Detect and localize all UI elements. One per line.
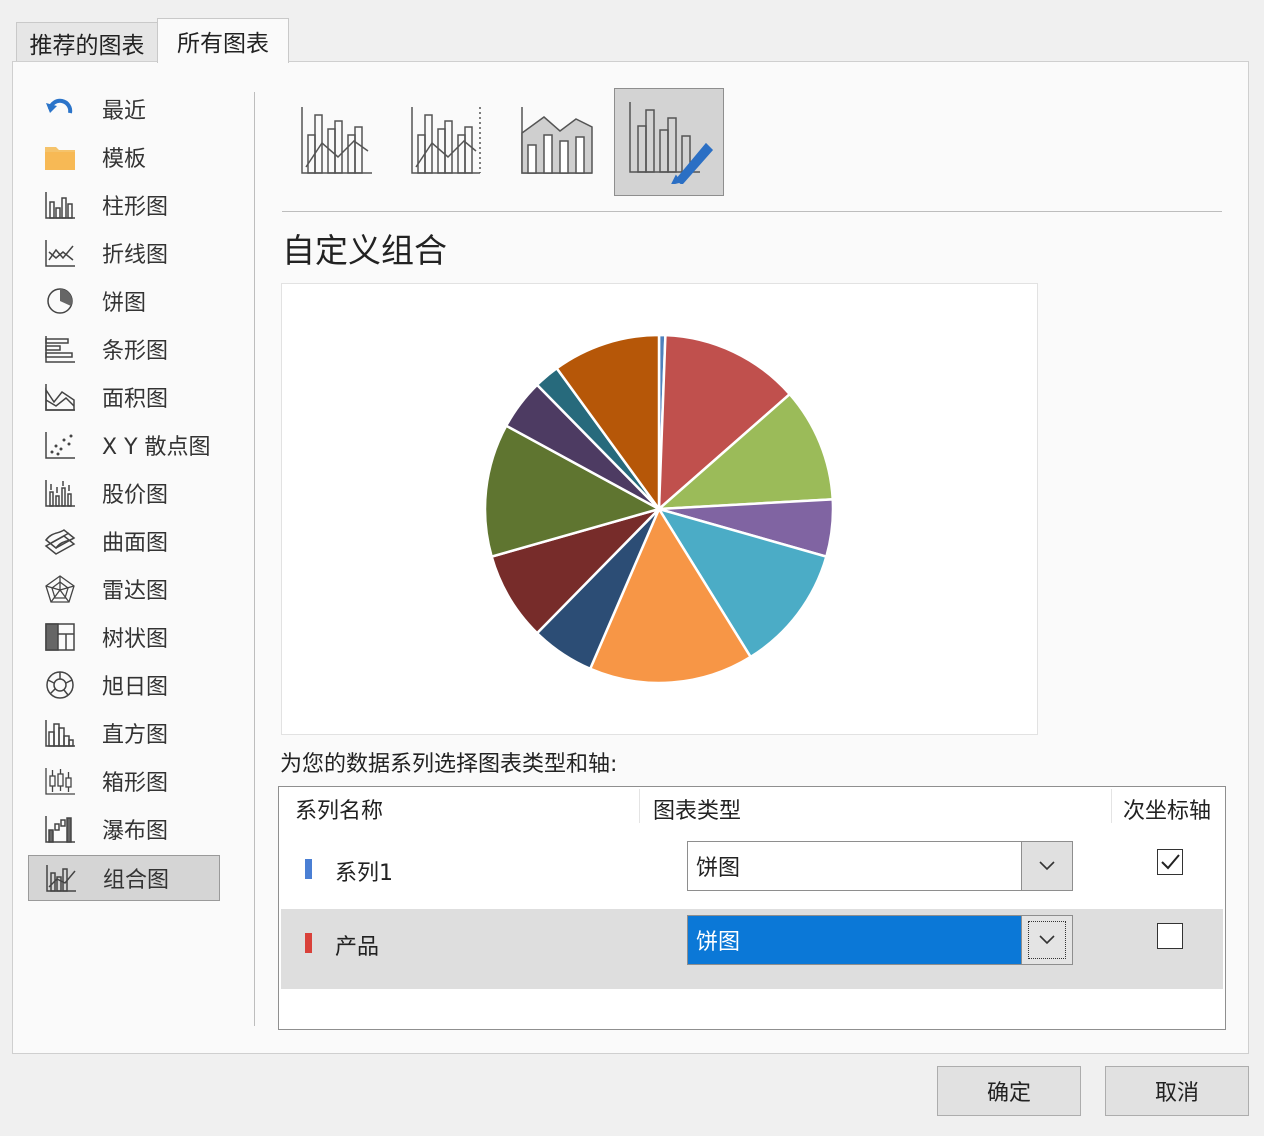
series-name: 系列1: [335, 861, 393, 886]
sidebar-item-combo[interactable]: 组合图: [28, 855, 220, 901]
sidebar-item-label: 柱形图: [102, 195, 169, 220]
waterfall-chart-icon: [42, 813, 78, 845]
chevron-down-icon: [1039, 935, 1055, 945]
column-divider: [1111, 789, 1112, 823]
pie-chart: [483, 333, 835, 685]
sidebar-item-waterfall[interactable]: 瀑布图: [28, 807, 218, 851]
radar-chart-icon: [42, 573, 78, 605]
column-divider: [639, 789, 640, 823]
dropdown-button[interactable]: [1021, 842, 1072, 890]
checkmark-icon: [1161, 854, 1180, 870]
chart-preview: [281, 283, 1038, 735]
custom-combination-icon: [629, 102, 714, 184]
table-row[interactable]: 产品 饼图: [281, 909, 1223, 989]
sidebar-item-label: 旭日图: [102, 675, 169, 700]
area-chart-icon: [42, 381, 78, 413]
sidebar-item-recent[interactable]: 最近: [28, 87, 218, 131]
tab-label: 所有图表: [177, 31, 269, 57]
sidebar-item-label: 折线图: [102, 243, 169, 268]
sidebar-item-label: X Y 散点图: [102, 435, 211, 460]
histogram-chart-icon: [42, 717, 78, 749]
sidebar-item-scatter[interactable]: X Y 散点图: [28, 423, 218, 467]
column-chart-icon: [42, 189, 78, 221]
folder-icon: [42, 141, 78, 173]
series-instruction: 为您的数据系列选择图表类型和轴:: [280, 752, 618, 777]
tab-label: 推荐的图表: [29, 33, 145, 59]
sidebar-item-box-whisker[interactable]: 箱形图: [28, 759, 218, 803]
series-color-marker: [305, 933, 312, 953]
column-header-series-name: 系列名称: [295, 799, 384, 824]
subtype-stacked-area-clustered-column[interactable]: [502, 88, 610, 194]
dropdown-value: 饼图: [696, 856, 741, 881]
sidebar-item-radar[interactable]: 雷达图: [28, 567, 218, 611]
sidebar-item-histogram[interactable]: 直方图: [28, 711, 218, 755]
sidebar-item-bar[interactable]: 条形图: [28, 327, 218, 371]
vertical-divider: [254, 92, 255, 1026]
sidebar-item-label: 直方图: [102, 723, 169, 748]
sidebar-item-label: 模板: [102, 147, 147, 172]
tab-all-charts[interactable]: 所有图表: [157, 18, 289, 63]
sidebar-item-label: 曲面图: [102, 531, 169, 556]
sidebar-item-label: 最近: [102, 99, 147, 124]
sidebar-item-column[interactable]: 柱形图: [28, 183, 218, 227]
sidebar-item-line[interactable]: 折线图: [28, 231, 218, 275]
table-row[interactable]: 系列1 饼图: [281, 835, 1223, 915]
sidebar-item-label: 组合图: [103, 868, 170, 893]
line-chart-icon: [42, 237, 78, 269]
horizontal-divider: [282, 211, 1222, 212]
sidebar-item-label: 箱形图: [102, 771, 169, 796]
dropdown-button[interactable]: [1021, 916, 1072, 964]
pie-chart-icon: [42, 285, 78, 317]
stock-chart-icon: [42, 477, 78, 509]
clustered-column-line-secondary-axis-icon: [411, 107, 481, 174]
subtype-clustered-column-line-secondary-axis[interactable]: [392, 88, 500, 194]
sidebar-item-label: 饼图: [102, 291, 147, 316]
chevron-down-icon: [1039, 861, 1055, 871]
sidebar-item-label: 树状图: [102, 627, 169, 652]
chart-type-dropdown[interactable]: 饼图: [687, 915, 1073, 965]
series-table: 系列名称 图表类型 次坐标轴 系列1 饼图 产品 饼图: [278, 786, 1226, 1030]
box-whisker-chart-icon: [42, 765, 78, 797]
sidebar-item-label: 雷达图: [102, 579, 169, 604]
treemap-chart-icon: [42, 621, 78, 653]
page-title: 自定义组合: [282, 231, 447, 270]
sidebar-item-pie[interactable]: 饼图: [28, 279, 218, 323]
surface-chart-icon: [42, 525, 78, 557]
secondary-axis-checkbox[interactable]: [1157, 849, 1183, 875]
column-header-secondary-axis: 次坐标轴: [1123, 799, 1212, 824]
tab-recommended-charts[interactable]: 推荐的图表: [16, 22, 158, 63]
subtype-custom-combination[interactable]: [614, 88, 724, 196]
combo-chart-icon: [43, 862, 79, 894]
series-name: 产品: [335, 935, 380, 960]
scatter-chart-icon: [42, 429, 78, 461]
sidebar-item-stock[interactable]: 股价图: [28, 471, 218, 515]
sidebar-item-label: 面积图: [102, 387, 169, 412]
sidebar-item-templates[interactable]: 模板: [28, 135, 218, 179]
sidebar-item-treemap[interactable]: 树状图: [28, 615, 218, 659]
sidebar-item-label: 股价图: [102, 483, 169, 508]
sidebar-item-surface[interactable]: 曲面图: [28, 519, 218, 563]
sidebar-item-area[interactable]: 面积图: [28, 375, 218, 419]
focus-rect: [1028, 921, 1066, 959]
sidebar-item-label: 条形图: [102, 339, 169, 364]
secondary-axis-checkbox[interactable]: [1157, 923, 1183, 949]
column-header-chart-type: 图表类型: [653, 799, 742, 824]
chart-type-dropdown[interactable]: 饼图: [687, 841, 1073, 891]
undo-arrow-icon: [42, 93, 78, 125]
sidebar-item-sunburst[interactable]: 旭日图: [28, 663, 218, 707]
ok-button[interactable]: 确定: [937, 1066, 1081, 1116]
dropdown-value: 饼图: [696, 930, 741, 955]
sidebar-item-label: 瀑布图: [102, 819, 169, 844]
stacked-area-clustered-column-icon: [521, 107, 593, 174]
sunburst-chart-icon: [42, 669, 78, 701]
series-color-marker: [305, 859, 312, 879]
clustered-column-line-icon: [301, 107, 372, 174]
subtype-clustered-column-line[interactable]: [282, 88, 390, 194]
bar-chart-icon: [42, 333, 78, 365]
cancel-button[interactable]: 取消: [1105, 1066, 1249, 1116]
